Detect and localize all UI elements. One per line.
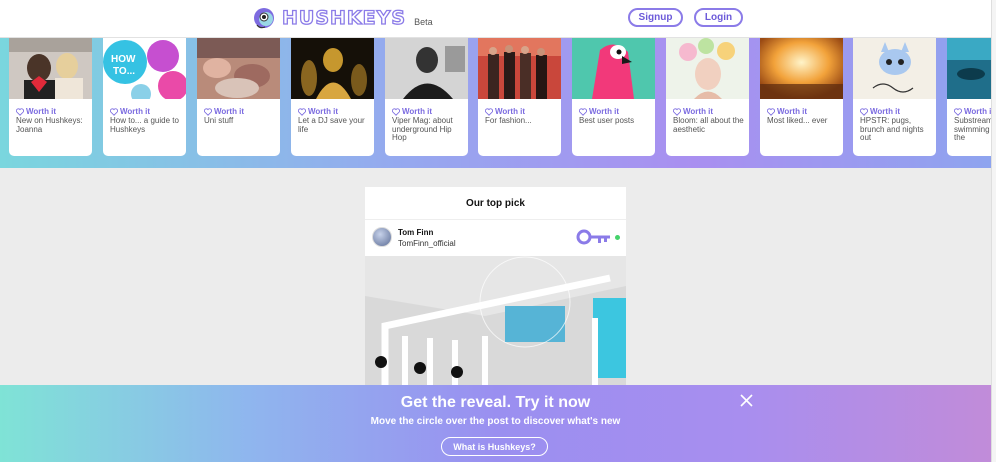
heart-outline-icon xyxy=(485,107,493,116)
reveal-banner: Get the reveal. Try it now Move the circ… xyxy=(0,385,991,462)
what-is-hushkeys-button[interactable]: What is Hushkeys? xyxy=(441,437,548,456)
logo[interactable]: HUSHKEYS Beta xyxy=(252,5,433,31)
card-caption: For fashion... xyxy=(485,116,532,125)
purple-key-icon[interactable] xyxy=(576,229,612,245)
carousel-card[interactable]: Worth it Most liked... ever xyxy=(760,38,843,156)
worth-it-label[interactable]: Worth it xyxy=(673,107,713,116)
card-caption: Most liked... ever xyxy=(767,116,828,125)
worth-it-label[interactable]: Worth it xyxy=(392,107,432,116)
flower-crown-photo xyxy=(666,38,749,99)
carousel-card[interactable]: Worth it Best user posts xyxy=(572,38,655,156)
svg-text:TO...: TO... xyxy=(113,66,135,77)
top-header: HUSHKEYS Beta Signup Login xyxy=(0,0,996,38)
post-header: Tom Finn TomFinn_official xyxy=(365,220,626,256)
online-status-dot xyxy=(615,235,620,240)
heart-outline-icon xyxy=(860,107,868,116)
top-pick-title: Our top pick xyxy=(365,187,626,220)
carousel-card[interactable]: HOW TO... Worth it How to... a guide to … xyxy=(103,38,186,156)
worth-it-label[interactable]: Worth it xyxy=(110,107,150,116)
chameleon-logo-icon xyxy=(254,8,274,29)
post-user-handle: TomFinn_official xyxy=(398,239,456,248)
banner-title: Get the reveal. Try it now xyxy=(400,394,591,411)
logo-text: HUSHKEYS xyxy=(281,6,407,29)
worth-it-label[interactable]: Worth it xyxy=(767,107,807,116)
heart-outline-icon xyxy=(110,107,118,116)
heart-outline-icon xyxy=(673,107,681,116)
couple-heart-photo xyxy=(9,38,92,99)
concert-lights-photo xyxy=(760,38,843,99)
card-caption: New on Hushkeys: Joanna xyxy=(16,116,83,134)
carousel-card[interactable]: Worth it HPSTR: pugs, brunch and nights … xyxy=(853,38,936,156)
worth-it-label[interactable]: Worth it xyxy=(204,107,244,116)
featured-carousel[interactable]: Worth it New on Hushkeys: Joanna HOW TO.… xyxy=(0,38,991,168)
worth-it-label[interactable]: Worth it xyxy=(954,107,991,116)
heart-outline-icon xyxy=(954,107,962,116)
pink-parrot-art xyxy=(572,38,655,99)
close-icon[interactable] xyxy=(740,394,753,407)
carousel-card[interactable]: Worth it Bloom: all about the aesthetic xyxy=(666,38,749,156)
worth-it-label[interactable]: Worth it xyxy=(485,107,525,116)
bw-portrait-photo xyxy=(385,38,468,99)
worth-it-label[interactable]: Worth it xyxy=(298,107,338,116)
carousel-card[interactable]: Worth it For fashion... xyxy=(478,38,561,156)
carousel-card[interactable]: Worth it Uni stuff xyxy=(197,38,280,156)
heart-outline-icon xyxy=(204,107,212,116)
carousel-card[interactable]: Worth it New on Hushkeys: Joanna xyxy=(9,38,92,156)
carousel-card[interactable]: Worth it Viper Mag: about underground Hi… xyxy=(385,38,468,156)
card-caption: Best user posts xyxy=(579,116,635,125)
carousel-card[interactable]: Worth it Substream: swimming against the xyxy=(947,38,991,156)
models-group-photo xyxy=(478,38,561,99)
signup-button[interactable]: Signup xyxy=(628,8,683,27)
heart-outline-icon xyxy=(392,107,400,116)
post-user-name[interactable]: Tom Finn xyxy=(398,228,433,237)
card-caption: Substream: swimming against the xyxy=(954,116,991,142)
underwater-photo xyxy=(947,38,991,99)
heart-outline-icon xyxy=(579,107,587,116)
svg-text:HOW: HOW xyxy=(111,54,136,65)
how-to-stickers-graphic: HOW TO... xyxy=(103,38,186,104)
card-caption: Let a DJ save your life xyxy=(298,116,365,134)
card-caption: How to... a guide to Hushkeys xyxy=(110,116,179,134)
worth-it-label[interactable]: Worth it xyxy=(860,107,900,116)
card-caption: Viper Mag: about underground Hip Hop xyxy=(392,116,453,142)
worth-it-label[interactable]: Worth it xyxy=(579,107,619,116)
page-scrollbar[interactable] xyxy=(991,0,996,462)
heart-outline-icon xyxy=(298,107,306,116)
cat-sticker-art xyxy=(853,38,936,99)
avatar[interactable] xyxy=(372,227,392,247)
party-crowd-photo xyxy=(197,38,280,99)
gold-performer-photo xyxy=(291,38,374,99)
login-button[interactable]: Login xyxy=(694,8,743,27)
card-caption: Uni stuff xyxy=(204,116,234,125)
carousel-card[interactable]: Worth it Let a DJ save your life xyxy=(291,38,374,156)
heart-outline-icon xyxy=(16,107,24,116)
card-caption: Bloom: all about the aesthetic xyxy=(673,116,744,134)
heart-outline-icon xyxy=(767,107,775,116)
beta-label: Beta xyxy=(414,17,433,27)
card-caption: HPSTR: pugs, brunch and nights out xyxy=(860,116,924,142)
worth-it-label[interactable]: Worth it xyxy=(16,107,56,116)
banner-subtitle: Move the circle over the post to discove… xyxy=(370,416,621,427)
